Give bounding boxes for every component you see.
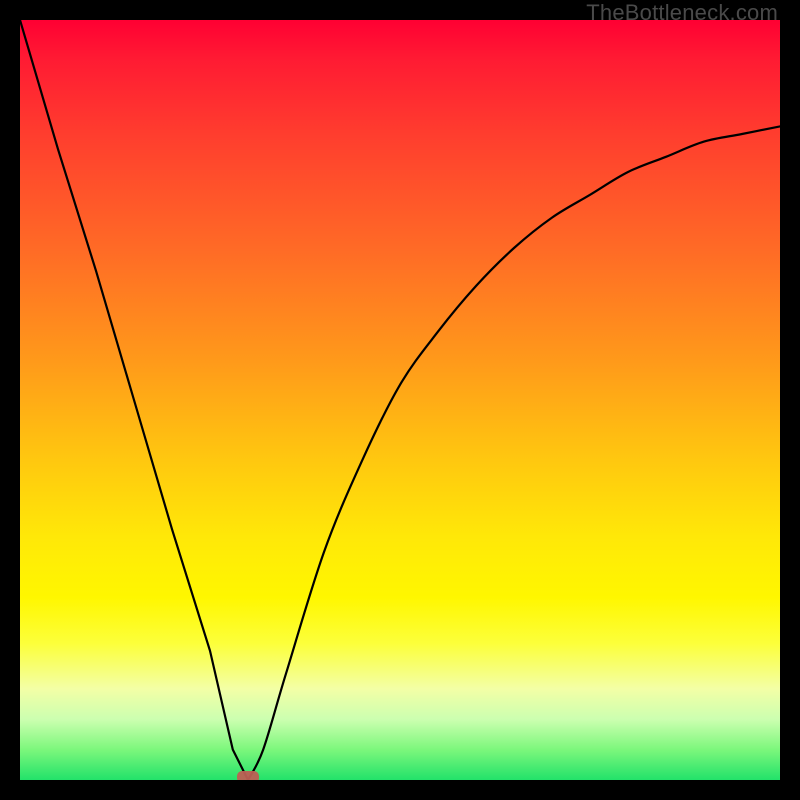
curve-svg: [20, 20, 780, 780]
chart-frame: TheBottleneck.com: [0, 0, 800, 800]
plot-area: [20, 20, 780, 780]
bottleneck-curve: [20, 20, 780, 780]
minimum-marker: [237, 771, 259, 780]
